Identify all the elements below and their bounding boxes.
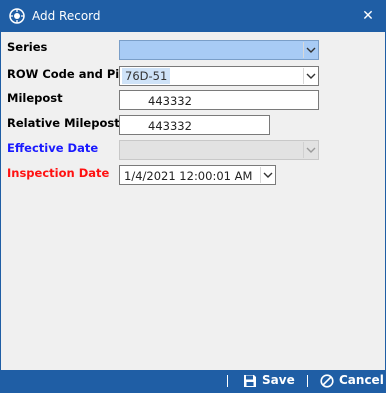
chevron-down-icon[interactable] [260,167,274,183]
row-code-dropdown[interactable]: 76D-51 [119,66,319,86]
footer-divider [227,375,228,387]
effective-date-picker[interactable] [119,140,319,160]
relative-milepost-label: Relative Milepost [7,116,120,130]
inspection-date-value: 1/4/2021 12:00:01 AM [124,169,253,183]
chevron-down-icon[interactable] [303,68,317,84]
series-dropdown[interactable] [119,40,319,60]
effective-date-label: Effective Date [7,141,99,155]
milepost-input[interactable]: 443332 [119,90,319,110]
footer-divider [307,375,308,387]
cancel-label: Cancel [339,373,384,387]
row-code-chip: 76D-51 [122,68,171,84]
chevron-down-icon [303,142,317,158]
save-label: Save [262,373,295,387]
window-title: Add Record [32,9,101,23]
save-button[interactable]: Save [243,373,299,389]
cancel-button[interactable]: Cancel [320,373,384,389]
series-label: Series [7,40,48,54]
title-bar[interactable]: Add Record ✕ [1,1,385,32]
chevron-down-icon[interactable] [303,42,317,58]
app-icon [9,8,25,24]
milepost-value: 443332 [148,94,192,108]
footer-bar: Save Cancel [1,370,385,392]
close-button[interactable]: ✕ [357,5,379,27]
relative-milepost-input[interactable]: 443332 [119,115,270,135]
inspection-date-label: Inspection Date [7,166,110,180]
add-record-window: Add Record ✕ Series ROW Code and Pipe 76… [0,0,386,393]
inspection-date-picker[interactable]: 1/4/2021 12:00:01 AM [119,165,276,185]
row-code-label: ROW Code and Pipe [7,67,136,81]
close-icon: ✕ [362,8,374,24]
relative-milepost-value: 443332 [148,119,192,133]
save-icon [244,375,256,387]
cancel-icon [320,374,334,388]
milepost-label: Milepost [7,91,63,105]
